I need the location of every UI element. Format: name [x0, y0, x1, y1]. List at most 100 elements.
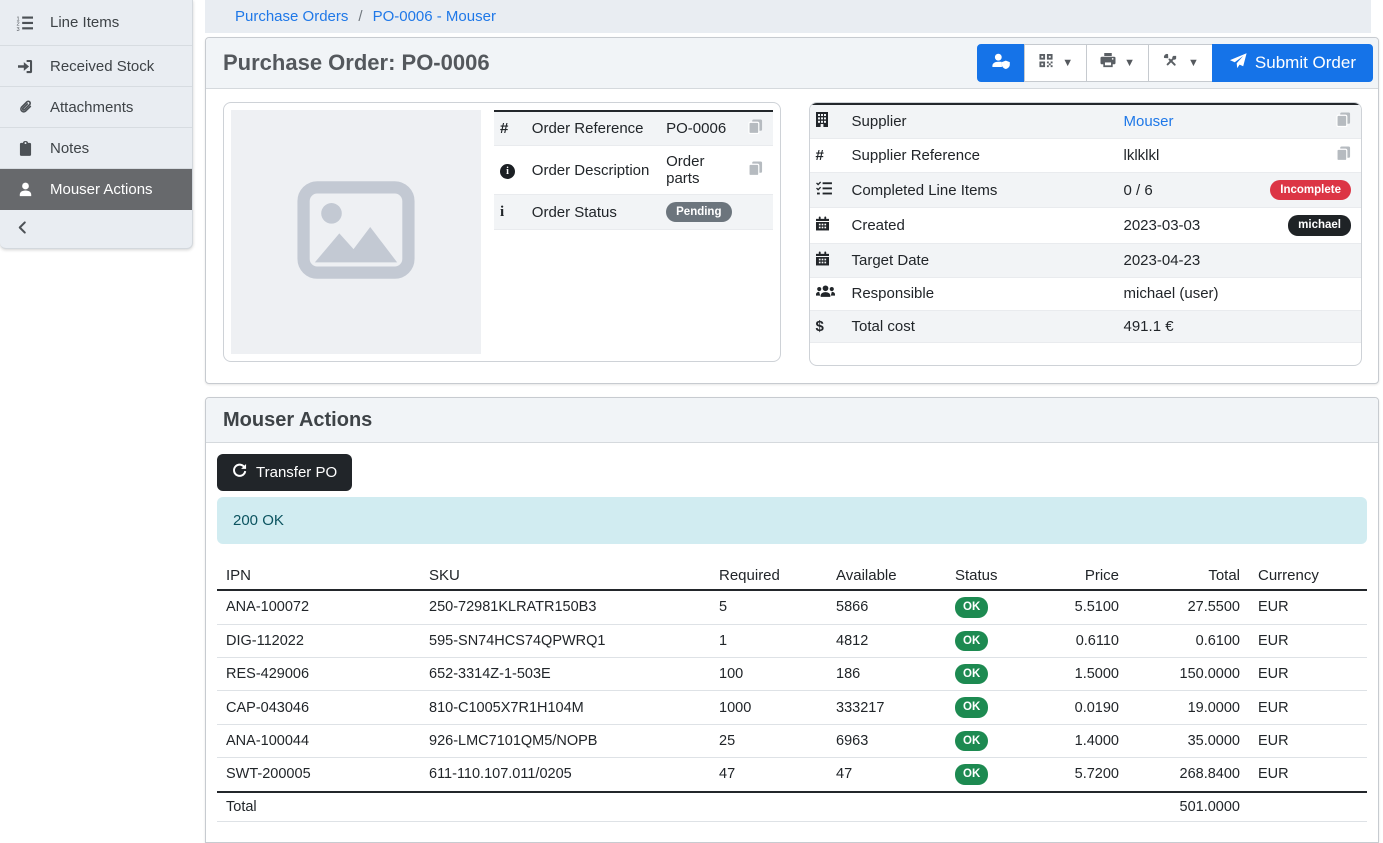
order-actions-button[interactable]: ▼: [1148, 44, 1213, 82]
caret-down-icon: ▼: [1124, 57, 1135, 69]
order-status-row: i Order Status Pending: [494, 195, 773, 230]
status-badge: OK: [955, 697, 988, 717]
paperclip-icon: [15, 100, 35, 115]
cell-currency: EUR: [1249, 658, 1367, 691]
cell-required: 1: [710, 624, 827, 657]
admin-user-button[interactable]: [977, 44, 1025, 82]
cell-ipn: SWT-200005: [217, 758, 420, 792]
supplier-reference-value: lklklkl: [1116, 139, 1246, 173]
order-details-card: # Order Reference PO-0006 i Order Descri…: [223, 102, 781, 362]
transfer-po-button[interactable]: Transfer PO: [217, 454, 352, 491]
copy-icon[interactable]: [1336, 112, 1351, 131]
order-status-label: Order Status: [524, 195, 658, 230]
table-row: RES-429006 652-3314Z-1-503E 100 186 OK 1…: [217, 658, 1367, 691]
sidebar-item-label: Attachments: [50, 99, 133, 116]
cell-required: 100: [710, 658, 827, 691]
mouser-actions-title: Mouser Actions: [223, 409, 372, 432]
sidebar: 123 Line Items Received Stock Attachment…: [0, 0, 193, 249]
responsible-value: michael (user): [1116, 277, 1246, 310]
cell-sku: 595-SN74HCS74QPWRQ1: [420, 624, 710, 657]
mouser-actions-panel: Mouser Actions Transfer PO 200 OK IPN S: [205, 397, 1379, 842]
sidebar-item-notes[interactable]: Notes: [0, 128, 192, 169]
cell-ipn: ANA-100044: [217, 724, 420, 757]
table-row: DIG-112022 595-SN74HCS74QPWRQ1 1 4812 OK…: [217, 624, 1367, 657]
supplier-reference-label: Supplier Reference: [844, 139, 1116, 173]
hash-icon: #: [500, 120, 508, 137]
copy-icon[interactable]: [748, 161, 763, 180]
user-icon: [15, 182, 35, 197]
purchase-order-panel-header: Purchase Order: PO-0006 ▼: [206, 38, 1378, 89]
cell-sku: 926-LMC7101QM5/NOPB: [420, 724, 710, 757]
cell-total: 268.8400: [1128, 758, 1249, 792]
user-shield-icon: [991, 53, 1011, 74]
table-row: ANA-100072 250-72981KLRATR150B3 5 5866 O…: [217, 590, 1367, 624]
col-status: Status: [946, 562, 1052, 590]
order-description-value: Order parts: [658, 146, 739, 195]
table-footer-row: Total 501.0000: [217, 792, 1367, 822]
target-date-row: Target Date 2023-04-23: [810, 243, 1362, 277]
cell-ipn: ANA-100072: [217, 590, 420, 624]
cell-total: 0.6100: [1128, 624, 1249, 657]
page-title: Purchase Order: PO-0006: [223, 50, 490, 76]
order-details: # Order Reference PO-0006 i Order Descri…: [494, 110, 773, 354]
empty-row: [810, 342, 1362, 365]
cell-price: 1.4000: [1052, 724, 1128, 757]
caret-down-icon: ▼: [1062, 57, 1073, 69]
sidebar-item-mouser-actions[interactable]: Mouser Actions: [0, 169, 192, 210]
supplier-link[interactable]: Mouser: [1124, 113, 1174, 130]
cell-currency: EUR: [1249, 590, 1367, 624]
cell-required: 47: [710, 758, 827, 792]
sidebar-collapse-button[interactable]: [0, 210, 192, 248]
sidebar-item-attachments[interactable]: Attachments: [0, 87, 192, 128]
users-icon: [816, 286, 835, 303]
supplier-row: Supplier Mouser: [810, 104, 1362, 139]
order-reference-value: PO-0006: [658, 111, 739, 146]
cell-price: 5.7200: [1052, 758, 1128, 792]
sidebar-item-received-stock[interactable]: Received Stock: [0, 46, 192, 87]
copy-icon[interactable]: [748, 119, 763, 138]
print-actions-button[interactable]: ▼: [1086, 44, 1149, 82]
line-items-table: IPN SKU Required Available Status Price …: [217, 562, 1367, 821]
caret-down-icon: ▼: [1188, 57, 1199, 69]
cell-available: 6963: [827, 724, 946, 757]
cell-ipn: RES-429006: [217, 658, 420, 691]
qr-code-icon: [1038, 53, 1054, 73]
created-label: Created: [844, 208, 1116, 243]
order-status-badge: Pending: [666, 202, 731, 222]
status-alert: 200 OK: [217, 497, 1367, 544]
breadcrumb-link-purchase-orders[interactable]: Purchase Orders: [235, 8, 348, 25]
cell-total: 27.5500: [1128, 590, 1249, 624]
cell-sku: 250-72981KLRATR150B3: [420, 590, 710, 624]
dollar-icon: $: [816, 318, 824, 335]
breadcrumb-link-po[interactable]: PO-0006 - Mouser: [373, 8, 496, 25]
status-badge: OK: [955, 597, 988, 617]
responsible-row: Responsible michael (user): [810, 277, 1362, 310]
total-cost-value: 491.1 €: [1116, 310, 1246, 342]
cell-price: 1.5000: [1052, 658, 1128, 691]
image-placeholder-icon: [297, 181, 415, 283]
header-button-group: ▼ ▼ ▼ Submi: [977, 44, 1373, 82]
cell-total: 35.0000: [1128, 724, 1249, 757]
cell-sku: 810-C1005X7R1H104M: [420, 691, 710, 724]
order-description-label: Order Description: [524, 146, 658, 195]
barcode-actions-button[interactable]: ▼: [1024, 44, 1087, 82]
table-row: SWT-200005 611-110.107.011/0205 47 47 OK…: [217, 758, 1367, 792]
transfer-po-label: Transfer PO: [256, 464, 337, 481]
clipboard-icon: [15, 141, 35, 156]
supplier-reference-row: # Supplier Reference lklklkl: [810, 139, 1362, 173]
purchase-order-panel: Purchase Order: PO-0006 ▼: [205, 37, 1379, 384]
col-required: Required: [710, 562, 827, 590]
sign-in-icon: [15, 59, 35, 74]
copy-icon[interactable]: [1336, 146, 1351, 165]
status-badge: OK: [955, 731, 988, 751]
order-image-placeholder[interactable]: [231, 110, 481, 354]
sidebar-item-line-items[interactable]: 123 Line Items: [0, 0, 192, 46]
building-icon: [816, 114, 828, 131]
total-cost-row: $ Total cost 491.1 €: [810, 310, 1362, 342]
cell-ipn: CAP-043046: [217, 691, 420, 724]
col-currency: Currency: [1249, 562, 1367, 590]
completed-line-items-value: 0 / 6: [1116, 173, 1246, 208]
cell-currency: EUR: [1249, 691, 1367, 724]
submit-order-button[interactable]: Submit Order: [1212, 44, 1373, 82]
order-description-row: i Order Description Order parts: [494, 146, 773, 195]
